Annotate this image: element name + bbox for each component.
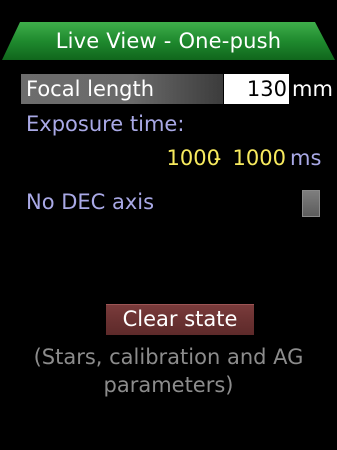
clear-state-hint: (Stars, calibration and AG parameters): [0, 343, 337, 399]
clear-state-hint-line-2: parameters): [103, 373, 234, 397]
focal-length-label: Focal length: [26, 77, 155, 101]
exposure-time-label: Exposure time:: [26, 112, 185, 136]
exposure-unit: ms: [290, 146, 322, 170]
no-dec-axis-checkbox[interactable]: [302, 190, 320, 217]
title-tab: Live View - One-push: [0, 21, 337, 61]
focal-length-input[interactable]: 130: [224, 74, 289, 104]
live-view-one-push-screen: Live View - One-push Focal length 130 mm…: [0, 0, 337, 450]
exposure-range-separator: -: [213, 146, 222, 170]
exposure-max-value[interactable]: 1000: [230, 143, 286, 173]
exposure-time-range: 1000 - 1000 ms: [0, 143, 337, 173]
page-title: Live View - One-push: [55, 29, 282, 53]
no-dec-axis-label: No DEC axis: [26, 190, 155, 214]
focal-length-unit: mm: [292, 77, 333, 101]
clear-state-button[interactable]: Clear state: [106, 304, 254, 335]
clear-state-hint-line-1: (Stars, calibration and AG: [33, 345, 304, 369]
